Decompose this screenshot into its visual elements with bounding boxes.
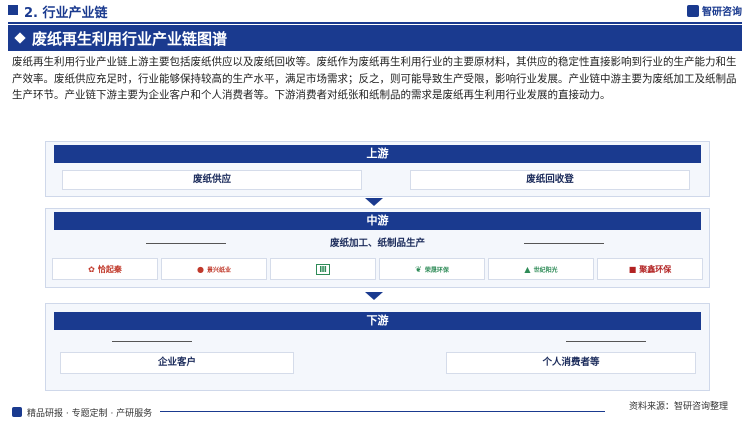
diamond-icon [14,32,26,44]
downstream-item-consumer: 个人消费者等 [446,352,696,374]
company-logo-text: 世纪阳光 [533,266,558,274]
source-note: 资料来源：智研咨询整理 [628,402,728,412]
midstream-header: 中游 [54,212,701,230]
top-bar: 2. 行业产业链 智研咨询 [0,0,750,22]
down-arrow-icon [365,292,383,300]
brand: 智研咨询 [687,3,742,18]
jx-logo-icon: ■ [628,264,637,274]
box-logo-icon: Ⅲ [316,263,330,275]
section-marker-icon [8,5,18,15]
footer-logo-icon [12,407,22,417]
company-logo-card: ❦ 荣晟环保 [379,258,485,280]
page-title: 废纸再生利用行业产业链图谱 [32,30,228,48]
brand-mark-icon: ● [197,264,204,274]
leaf-logo-icon: ❦ [415,264,422,274]
upstream-item-recycle: 废纸回收登 [410,170,690,190]
downstream-header: 下游 [54,312,701,330]
company-logo-card: ▲ 世纪阳光 [488,258,594,280]
company-logo-text: 恰起秦 [97,264,122,274]
company-logo-card: Ⅲ [270,258,376,280]
company-logo-card: ● 景兴纸业 [161,258,267,280]
header-divider [8,22,742,24]
company-logo-text: 荣晟环保 [424,266,449,274]
downstream-item-enterprise: 企业客户 [60,352,294,374]
downstream-band: 下游 企业客户 个人消费者等 [45,303,710,391]
triangle-logo-icon: ▲ [524,264,531,274]
upstream-header: 上游 [54,145,701,163]
upstream-item-supply: 废纸供应 [62,170,362,190]
footer: 精品研报 · 专题定制 · 产研服务 资料来源：智研咨询整理 [0,402,750,421]
seal-icon: ✿ [88,264,95,274]
brand-logo-icon [687,4,699,17]
brand-name: 智研咨询 [702,7,742,18]
description-text: 废纸再生利用行业产业链上游主要包括废纸供应以及废纸回收等。废纸作为废纸再生利用行… [12,56,737,101]
down-arrow-icon [365,198,383,206]
company-logo-text: 景兴纸业 [206,266,231,274]
upstream-band: 上游 废纸供应 废纸回收登 [45,141,710,197]
company-logo-card: ■ 聚鑫环保 [597,258,703,280]
footer-tagline: 精品研报 · 专题定制 · 产研服务 [27,409,153,419]
divider-line [524,243,604,244]
footer-divider [160,411,605,412]
section-title: 2. 行业产业链 [24,6,108,21]
midstream-sublabel: 废纸加工、纸制品生产 [329,238,425,249]
title-bar: 废纸再生利用行业产业链图谱 [8,25,742,51]
divider-line [112,341,192,342]
company-logo-text: 聚鑫环保 [639,264,672,274]
company-logo-card: ✿ 恰起秦 [52,258,158,280]
divider-line [566,341,646,342]
